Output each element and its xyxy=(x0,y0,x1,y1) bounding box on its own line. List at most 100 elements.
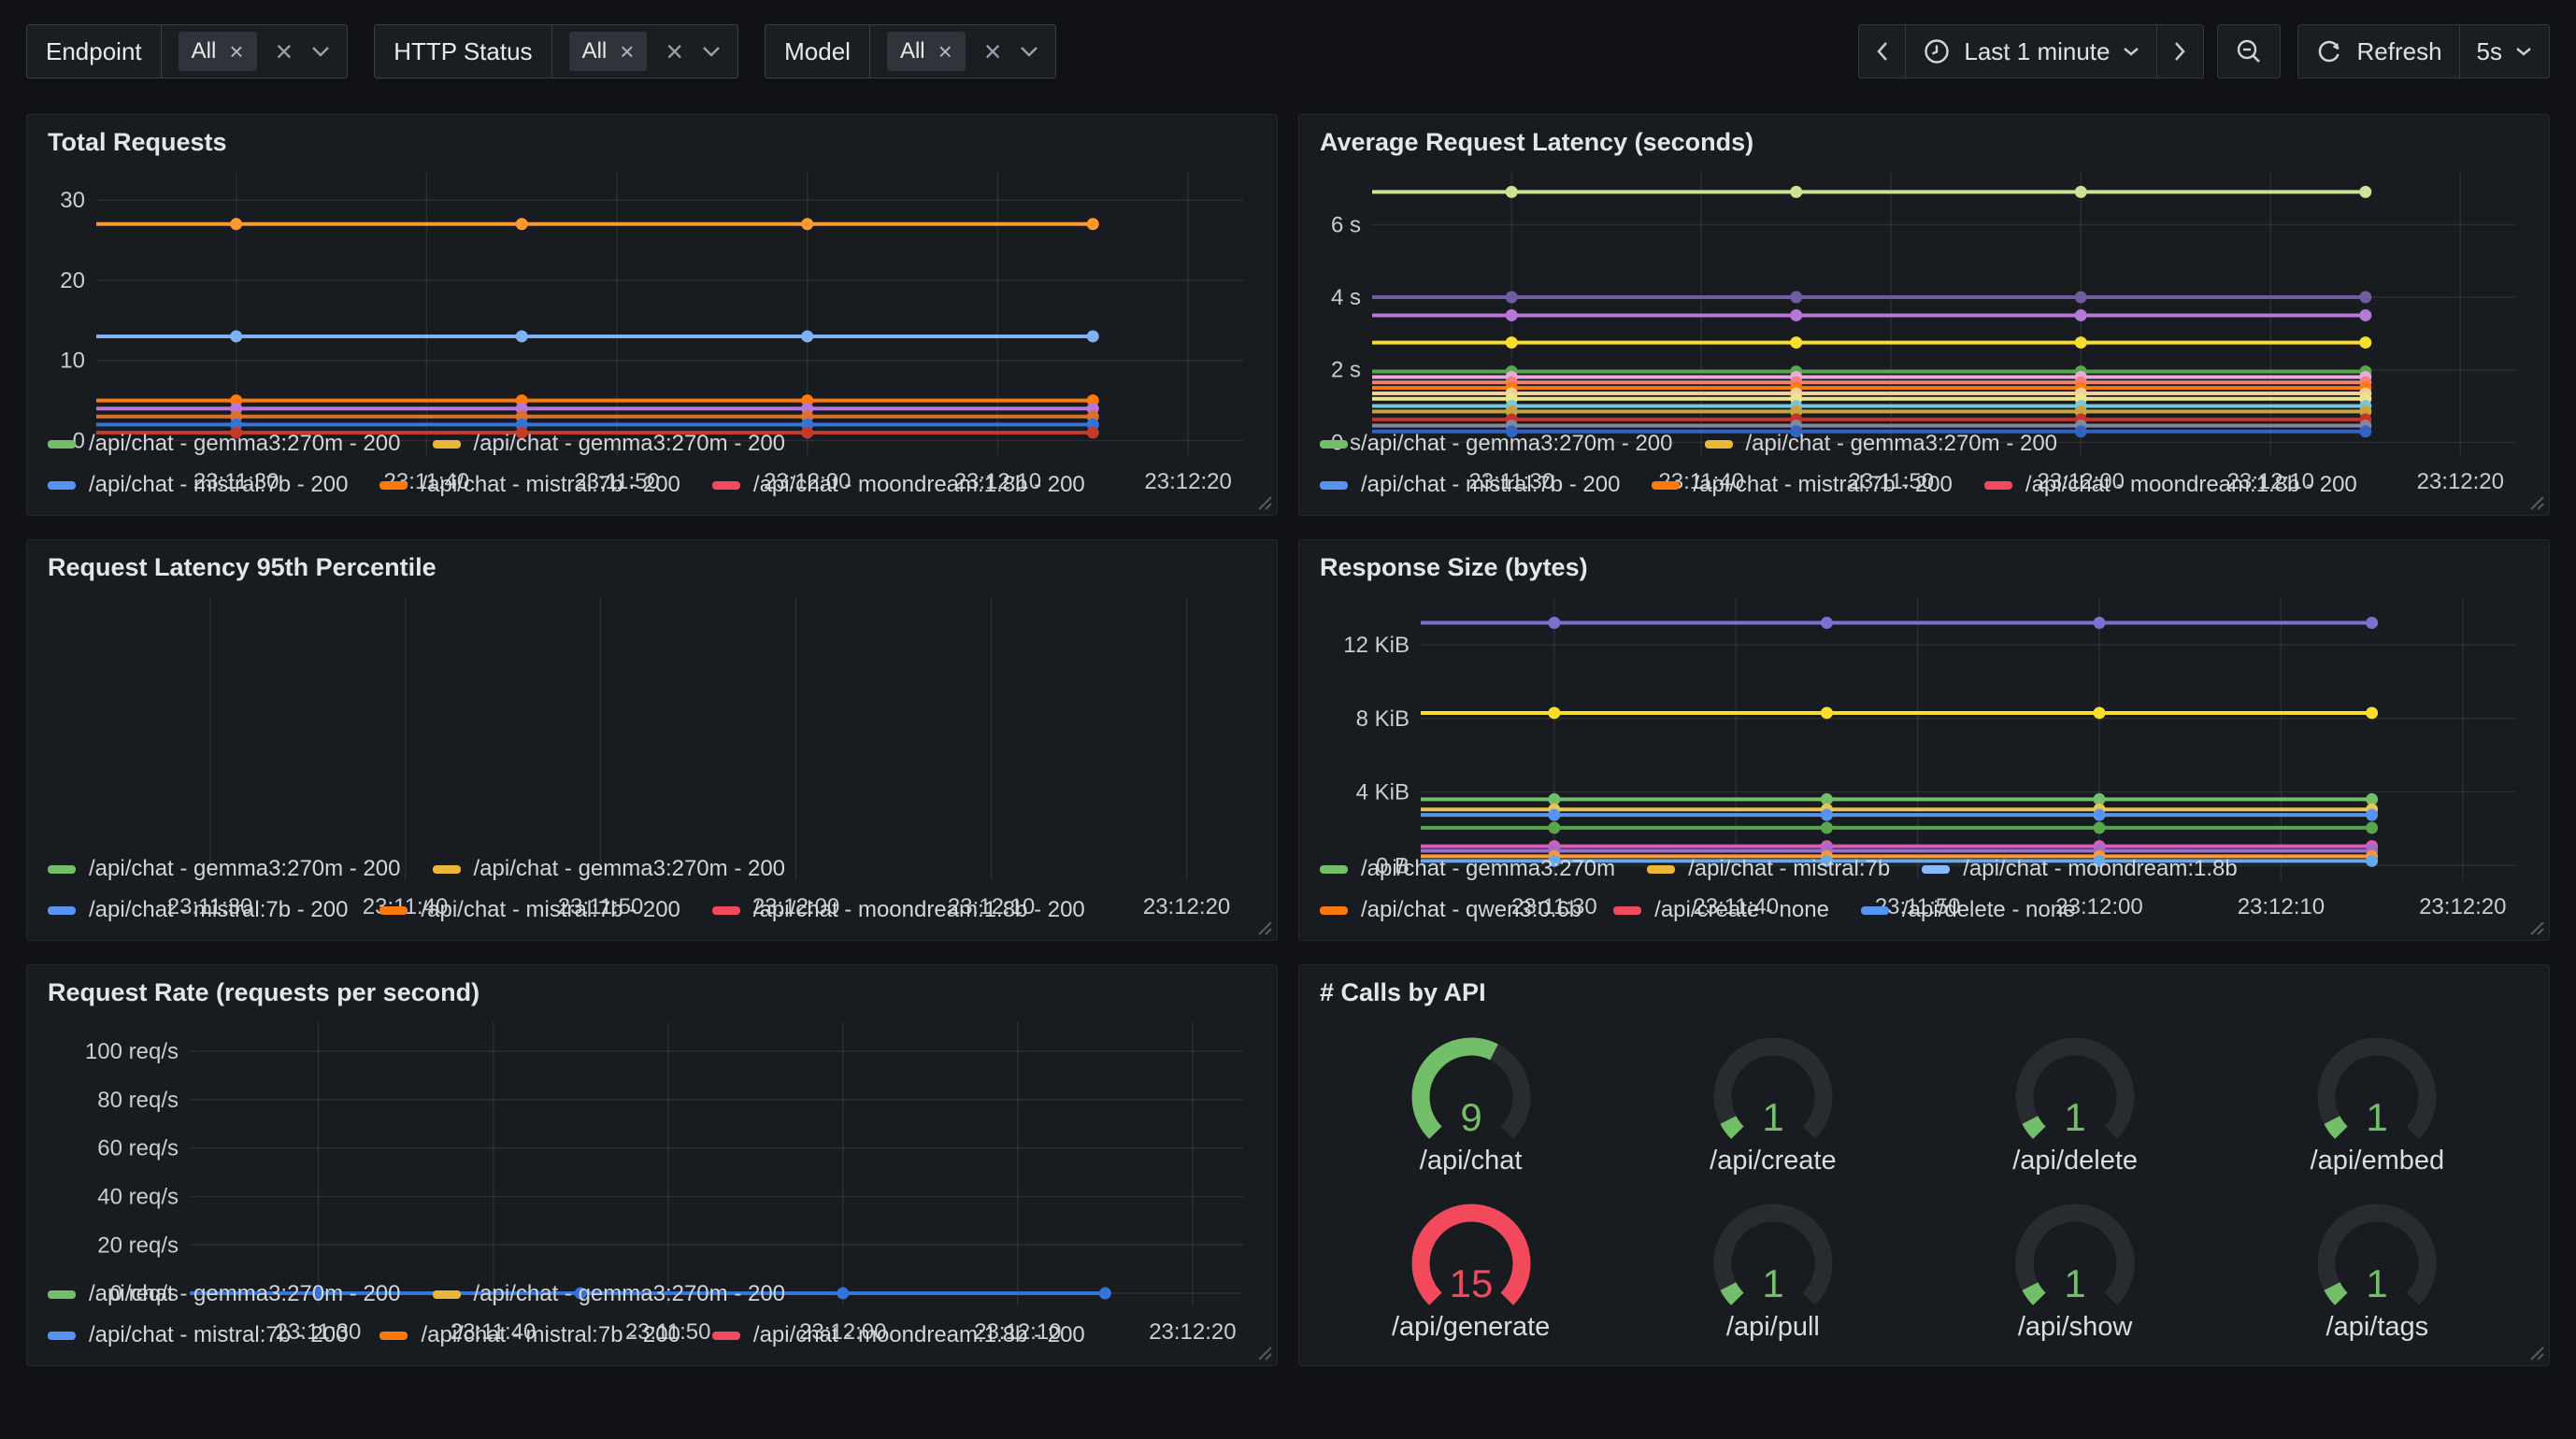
legend-item[interactable]: /api/chat - mistral:7b - 200 xyxy=(379,897,680,923)
resize-handle[interactable] xyxy=(1255,1344,1272,1361)
gauge-label: /api/show xyxy=(2018,1312,2133,1343)
legend-item-label: /api/chat - moondream:1.8b xyxy=(1963,856,2238,882)
chevron-down-icon[interactable] xyxy=(1020,46,1038,57)
legend-item[interactable]: /api/chat - mistral:7b - 200 xyxy=(48,1322,348,1348)
filter-bar: Endpoint All × × HTTP Status All × × xyxy=(26,24,1056,78)
legend-item[interactable]: /api/chat - gemma3:270m - 200 xyxy=(1320,431,1673,457)
legend-item-label: /api/chat - mistral:7b - 200 xyxy=(89,1322,348,1348)
legend-item[interactable]: /api/chat - mistral:7b - 200 xyxy=(1320,472,1620,498)
resize-handle[interactable] xyxy=(2527,1344,2544,1361)
filter-http-status-value[interactable]: All × × xyxy=(551,24,739,78)
panel-title[interactable]: Request Rate (requests per second) xyxy=(48,978,1256,1007)
zoom-out-time-button[interactable] xyxy=(2217,24,2281,78)
filter-model-label[interactable]: Model xyxy=(765,24,869,78)
avg-latency-chart[interactable]: 0 s2 s4 s6 s23:11:3023:11:4023:11:5023:1… xyxy=(1320,161,2528,416)
series-color-dash xyxy=(48,906,76,915)
clear-filter-icon[interactable]: × xyxy=(276,36,293,66)
legend-item[interactable]: /api/chat - mistral:7b - 200 xyxy=(48,472,348,498)
time-shift-forward-button[interactable] xyxy=(2157,24,2204,78)
refresh-label: Refresh xyxy=(2356,37,2441,66)
resize-handle[interactable] xyxy=(1255,493,1272,510)
panel-title[interactable]: # Calls by API xyxy=(1320,978,2528,1007)
legend-item[interactable]: /api/chat - mistral:7b xyxy=(1647,856,1890,882)
panel-title[interactable]: Response Size (bytes) xyxy=(1320,553,2528,582)
series-color-dash xyxy=(712,481,740,490)
legend-item[interactable]: /api/chat - gemma3:270m - 200 xyxy=(433,1281,786,1307)
zoom-out-icon xyxy=(2235,37,2263,65)
series-color-dash xyxy=(1320,865,1348,874)
clear-filter-icon[interactable]: × xyxy=(665,36,683,66)
chevron-down-icon[interactable] xyxy=(702,46,721,57)
series-color-dash xyxy=(1705,440,1733,449)
latency-p95-chart[interactable]: 23:11:3023:11:4023:11:5023:12:0023:12:10… xyxy=(48,586,1256,841)
filter-http-status-chip[interactable]: All × xyxy=(569,32,648,71)
gauge-api-create: 1/api/create xyxy=(1622,1028,1924,1176)
gauge-label: /api/generate xyxy=(1392,1312,1550,1343)
chip-remove-icon[interactable]: × xyxy=(938,39,952,64)
filter-endpoint-label[interactable]: Endpoint xyxy=(26,24,161,78)
legend-item[interactable]: /api/chat - moondream:1.8b - 200 xyxy=(712,1322,1085,1348)
gauge-value: 1 xyxy=(1762,1261,1783,1305)
legend-row: /api/chat - gemma3:270m - 200/api/chat -… xyxy=(48,856,1256,882)
time-range-label: Last 1 minute xyxy=(1964,37,2110,66)
panel-title[interactable]: Total Requests xyxy=(48,128,1256,157)
resize-handle[interactable] xyxy=(2527,919,2544,935)
request-rate-legend: /api/chat - gemma3:270m - 200/api/chat -… xyxy=(48,1266,1256,1348)
time-shift-back-button[interactable] xyxy=(1858,24,1906,78)
total-requests-chart[interactable]: 010203023:11:3023:11:4023:11:5023:12:002… xyxy=(48,161,1256,416)
chevron-down-icon xyxy=(2123,47,2140,57)
series-color-dash xyxy=(1613,906,1641,915)
resize-handle[interactable] xyxy=(1255,919,1272,935)
panel-title[interactable]: Request Latency 95th Percentile xyxy=(48,553,1256,582)
avg-latency-legend: /api/chat - gemma3:270m - 200/api/chat -… xyxy=(1320,416,2528,498)
chip-remove-icon[interactable]: × xyxy=(620,39,634,64)
filter-model-value[interactable]: All × × xyxy=(869,24,1057,78)
legend-item-label: /api/chat - qwen3:0.6b xyxy=(1361,897,1581,923)
refresh-interval-picker[interactable]: 5s xyxy=(2460,24,2550,78)
legend-row: /api/chat - qwen3:0.6b/api/create - none… xyxy=(1320,897,2528,923)
request-rate-chart[interactable]: 0 req/s20 req/s40 req/s60 req/s80 req/s1… xyxy=(48,1011,1256,1266)
legend-item[interactable]: /api/chat - mistral:7b - 200 xyxy=(48,897,348,923)
clear-filter-icon[interactable]: × xyxy=(984,36,1002,66)
legend-item[interactable]: /api/chat - mistral:7b - 200 xyxy=(1652,472,1952,498)
filter-model-chip[interactable]: All × xyxy=(887,32,966,71)
series-color-dash xyxy=(1320,906,1348,915)
legend-item-label: /api/chat - mistral:7b xyxy=(1688,856,1890,882)
legend-item[interactable]: /api/chat - gemma3:270m - 200 xyxy=(48,431,401,457)
legend-item[interactable]: /api/chat - mistral:7b - 200 xyxy=(379,472,680,498)
legend-item[interactable]: /api/chat - gemma3:270m - 200 xyxy=(48,856,401,882)
response-size-chart[interactable]: 0 B4 KiB8 KiB12 KiB23:11:3023:11:4023:11… xyxy=(1320,586,2528,841)
legend-item-label: /api/chat - gemma3:270m - 200 xyxy=(474,1281,786,1307)
chevron-down-icon[interactable] xyxy=(311,46,330,57)
svg-text:10: 10 xyxy=(60,349,85,374)
legend-item[interactable]: /api/create - none xyxy=(1613,897,1829,923)
legend-item[interactable]: /api/chat - gemma3:270m - 200 xyxy=(48,1281,401,1307)
filter-http-status-label[interactable]: HTTP Status xyxy=(374,24,551,78)
chip-remove-icon[interactable]: × xyxy=(229,39,243,64)
legend-item[interactable]: /api/chat - gemma3:270m - 200 xyxy=(433,856,786,882)
refresh-button[interactable]: Refresh xyxy=(2297,24,2459,78)
filter-endpoint-value[interactable]: All × × xyxy=(161,24,349,78)
legend-item[interactable]: /api/chat - moondream:1.8b xyxy=(1922,856,2238,882)
gauge-label: /api/create xyxy=(1710,1146,1836,1176)
gauge-api-embed: 1/api/embed xyxy=(2226,1028,2528,1176)
legend-item[interactable]: /api/delete - none xyxy=(1861,897,2075,923)
time-range-picker[interactable]: Last 1 minute xyxy=(1906,24,2157,78)
legend-item[interactable]: /api/chat - gemma3:270m xyxy=(1320,856,1615,882)
legend-item[interactable]: /api/chat - moondream:1.8b - 200 xyxy=(712,897,1085,923)
legend-item-label: /api/chat - mistral:7b - 200 xyxy=(421,472,680,498)
legend-item[interactable]: /api/chat - moondream:1.8b - 200 xyxy=(1984,472,2357,498)
gauge-label: /api/delete xyxy=(2012,1146,2138,1176)
panel-title[interactable]: Average Request Latency (seconds) xyxy=(1320,128,2528,157)
resize-handle[interactable] xyxy=(2527,493,2544,510)
legend-item[interactable]: /api/chat - qwen3:0.6b xyxy=(1320,897,1581,923)
legend-item[interactable]: /api/chat - moondream:1.8b - 200 xyxy=(712,472,1085,498)
filter-endpoint-chip[interactable]: All × xyxy=(179,32,257,71)
panel-request-rate: Request Rate (requests per second) 0 req… xyxy=(26,964,1278,1366)
svg-text:100 req/s: 100 req/s xyxy=(85,1039,179,1064)
legend-item[interactable]: /api/chat - mistral:7b - 200 xyxy=(379,1322,680,1348)
legend-item[interactable]: /api/chat - gemma3:270m - 200 xyxy=(433,431,786,457)
legend-item[interactable]: /api/chat - gemma3:270m - 200 xyxy=(1705,431,2058,457)
gauge-value: 15 xyxy=(1449,1261,1493,1305)
legend-item-label: /api/chat - mistral:7b - 200 xyxy=(89,472,348,498)
